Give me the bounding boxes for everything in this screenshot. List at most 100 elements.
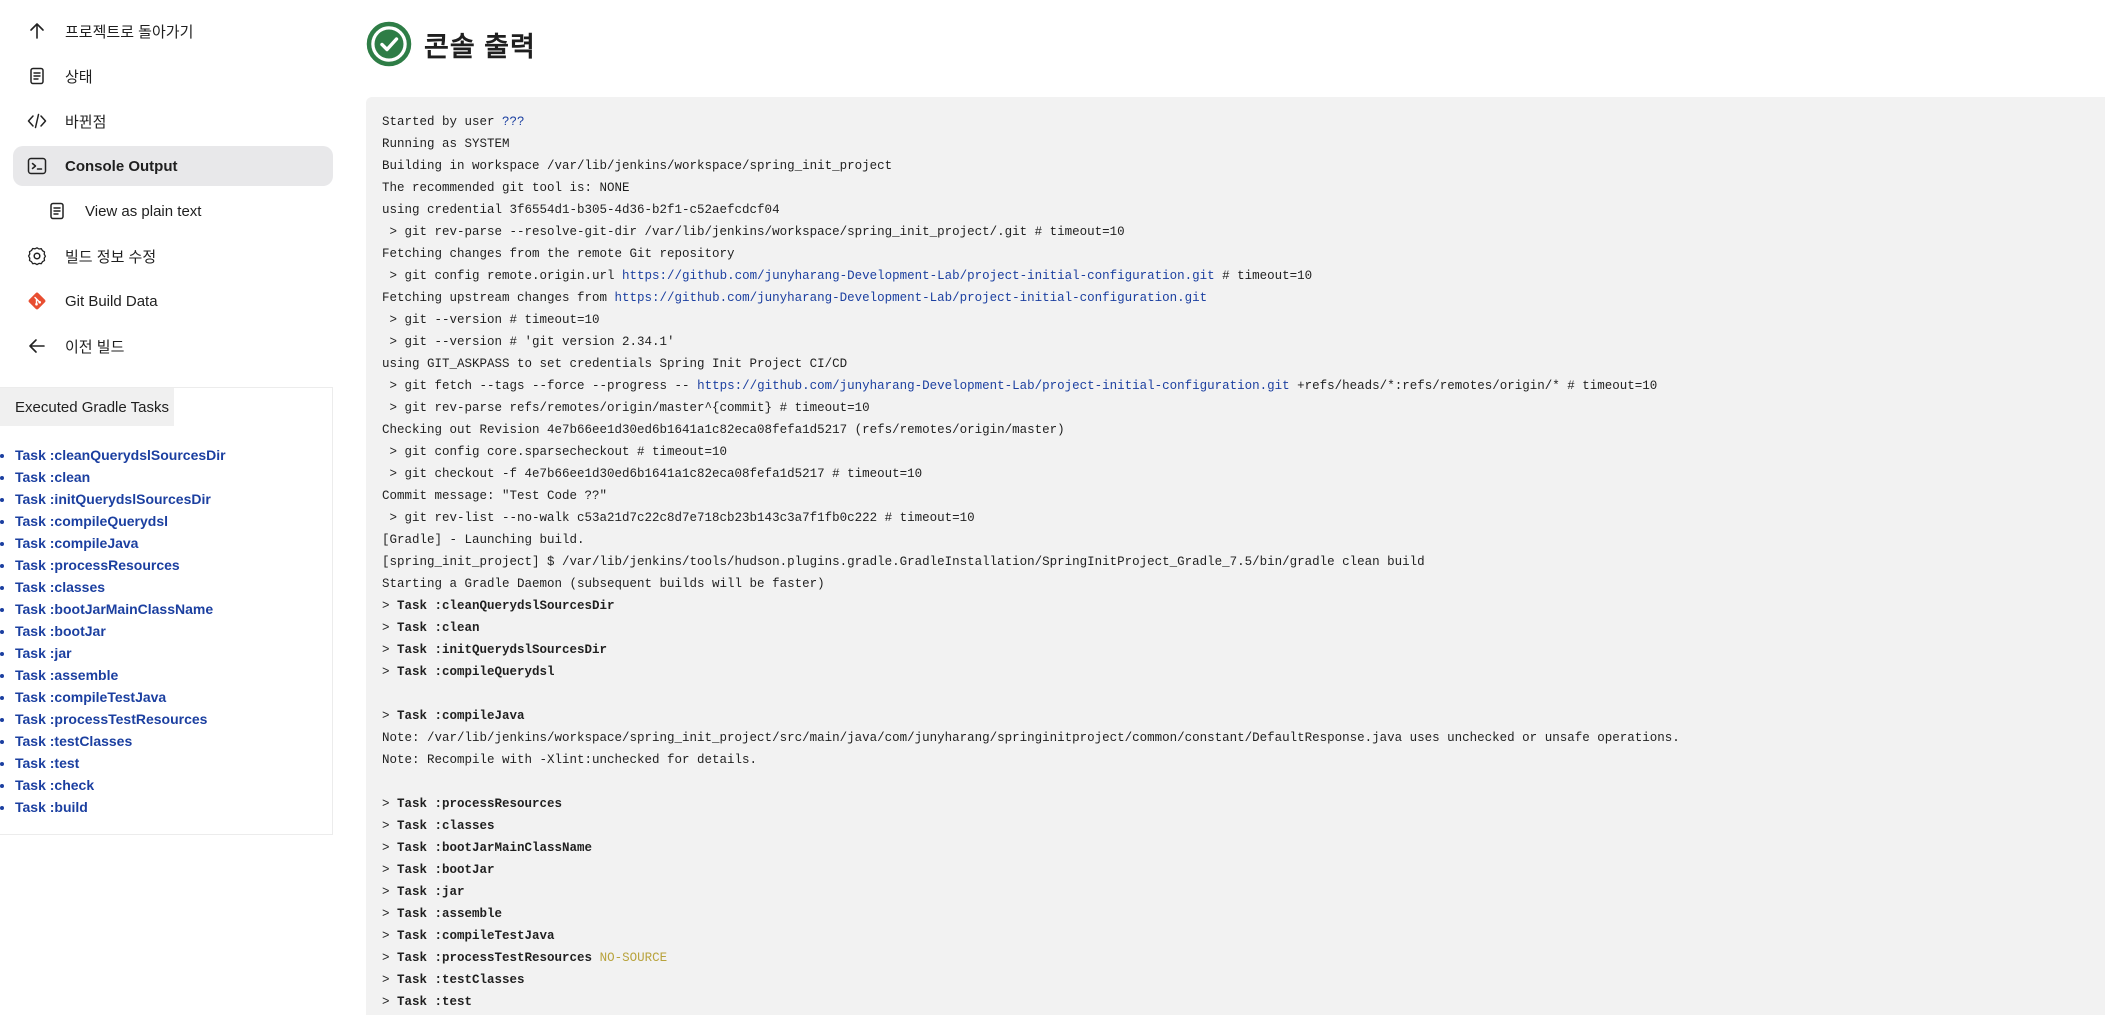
page-title: 콘솔 출력	[424, 31, 536, 62]
console-link[interactable]: https://github.com/junyharang-Developmen…	[622, 269, 1215, 283]
console-text: > git fetch --tags --force --progress --	[382, 379, 698, 393]
gradle-task-link[interactable]: Task :jar	[15, 645, 72, 661]
gradle-task-link[interactable]: Task :classes	[15, 579, 105, 595]
console-line: Starting a Gradle Daemon (subsequent bui…	[382, 573, 1680, 595]
console-text: >	[382, 973, 398, 987]
gradle-task-link[interactable]: Task :compileQuerydsl	[15, 513, 168, 529]
gradle-task-item: Task :compileTestJava	[15, 686, 226, 708]
gradle-task-item: Task :clean	[15, 466, 226, 488]
console-line: > Task :initQuerydslSourcesDir	[382, 639, 1680, 661]
console-text: Fetching changes from the remote Git rep…	[382, 247, 735, 261]
console-task-label: Task :processResources	[397, 797, 563, 811]
gradle-task-link[interactable]: Task :cleanQuerydslSourcesDir	[15, 447, 226, 463]
console-text: Fetching upstream changes from	[382, 291, 615, 305]
nav-edit-build-info[interactable]: 빌드 정보 수정	[13, 236, 333, 276]
console-text: The recommended git tool is: NONE	[382, 181, 630, 195]
gradle-task-link[interactable]: Task :compileTestJava	[15, 689, 166, 705]
gradle-task-link[interactable]: Task :testClasses	[15, 733, 132, 749]
console-line: > Task :jar	[382, 881, 1680, 903]
sidebar: 프로젝트로 돌아가기상태바뀐점 Console Output View as pla…	[0, 0, 345, 1015]
nav-previous-build[interactable]: 이전 빌드	[13, 326, 333, 366]
console-text: >	[382, 643, 398, 657]
console-text: > git config remote.origin.url	[382, 269, 623, 283]
console-text: >	[382, 665, 398, 679]
side-nav: 프로젝트로 돌아가기상태바뀐점 Console Output View as pla…	[13, 11, 333, 371]
page-header: 콘솔 출력	[366, 20, 536, 68]
gradle-task-link[interactable]: Task :compileJava	[15, 535, 138, 551]
executed-gradle-tasks-tab[interactable]: Executed Gradle Tasks	[0, 388, 174, 426]
nav-status[interactable]: 상태	[13, 56, 333, 96]
nav-changes[interactable]: 바뀐점	[13, 101, 333, 141]
console-line: > git rev-parse refs/remotes/origin/mast…	[382, 397, 1680, 419]
console-text: Started by user	[382, 115, 503, 129]
nav-item-label: 프로젝트로 돌아가기	[65, 23, 194, 41]
console-text: >	[382, 621, 398, 635]
console-text: Note: /var/lib/jenkins/workspace/spring_…	[382, 731, 1680, 745]
console-text: > git rev-parse --resolve-git-dir /var/l…	[382, 225, 1125, 239]
gradle-task-link[interactable]: Task :build	[15, 799, 88, 815]
console-task-label: Task :bootJarMainClassName	[397, 841, 593, 855]
console-text: [spring_init_project] $ /var/lib/jenkins…	[382, 555, 1425, 569]
gradle-task-link[interactable]: Task :bootJarMainClassName	[15, 601, 213, 617]
console-text: >	[382, 797, 398, 811]
nav-back-to-project[interactable]: 프로젝트로 돌아가기	[13, 11, 333, 51]
console-text: > git rev-list --no-walk c53a21d7c22c8d7…	[382, 511, 975, 525]
nav-console-output[interactable]: Console Output	[13, 146, 333, 186]
console-line: Fetching upstream changes from https://g…	[382, 287, 1680, 309]
console-line: Running as SYSTEM	[382, 133, 1680, 155]
gradle-task-link[interactable]: Task :check	[15, 777, 94, 793]
console-link[interactable]: https://github.com/junyharang-Developmen…	[697, 379, 1290, 393]
gradle-task-link[interactable]: Task :clean	[15, 469, 90, 485]
console-line: The recommended git tool is: NONE	[382, 177, 1680, 199]
nav-item-label: 이전 빌드	[65, 338, 125, 356]
document-icon	[46, 200, 68, 222]
nav-view-plain-text[interactable]: View as plain text	[13, 191, 333, 231]
nav-git-build-data[interactable]: Git Build Data	[13, 281, 333, 321]
console-text: > git --version # timeout=10	[382, 313, 600, 327]
console-line: using GIT_ASKPASS to set credentials Spr…	[382, 353, 1680, 375]
console-line: > Task :test	[382, 991, 1680, 1013]
console-text: > git checkout -f 4e7b66ee1d30ed6b1641a1…	[382, 467, 923, 481]
nav-item-label: Console Output	[65, 157, 178, 175]
nav-item-label: View as plain text	[85, 202, 202, 220]
console-link[interactable]: https://github.com/junyharang-Developmen…	[615, 291, 1208, 305]
gradle-task-link[interactable]: Task :assemble	[15, 667, 118, 683]
gradle-task-link[interactable]: Task :test	[15, 755, 79, 771]
console-line: > Task :assemble	[382, 903, 1680, 925]
console-text: [Gradle] - Launching build.	[382, 533, 585, 547]
console-text: +refs/heads/*:refs/remotes/origin/* # ti…	[1289, 379, 1658, 393]
gradle-task-link[interactable]: Task :initQuerydslSourcesDir	[15, 491, 211, 507]
nav-item-label: Git Build Data	[65, 292, 158, 310]
console-text: using credential 3f6554d1-b305-4d36-b2f1…	[382, 203, 780, 217]
console-text: # timeout=10	[1214, 269, 1313, 283]
code-icon	[26, 110, 48, 132]
success-check-icon	[366, 21, 412, 67]
console-link[interactable]: ???	[502, 115, 525, 129]
console-task-label: Task :compileJava	[397, 709, 525, 723]
console-text: > git --version # 'git version 2.34.1'	[382, 335, 675, 349]
console-text: >	[382, 863, 398, 877]
console-task-label: Task :compileTestJava	[397, 929, 555, 943]
console-text: >	[382, 907, 398, 921]
console-line: > Task :bootJarMainClassName	[382, 837, 1680, 859]
console-line: Commit message: "Test Code ??"	[382, 485, 1680, 507]
console-line: > Task :compileJava	[382, 705, 1680, 727]
console-text: Running as SYSTEM	[382, 137, 510, 151]
gradle-task-link[interactable]: Task :bootJar	[15, 623, 106, 639]
console-task-label: Task :clean	[397, 621, 480, 635]
gradle-task-link[interactable]: Task :processResources	[15, 557, 180, 573]
console-text: >	[382, 995, 398, 1009]
gradle-task-item: Task :classes	[15, 576, 226, 598]
console-lines: Started by user ??? Running as SYSTEM Buil…	[382, 111, 1680, 1013]
nav-item-label: 바뀐점	[65, 113, 107, 131]
document-icon	[26, 65, 48, 87]
gradle-task-list: Task :cleanQuerydslSourcesDir Task :clean…	[0, 444, 226, 818]
console-text: > git config core.sparsecheckout # timeo…	[382, 445, 728, 459]
console-line: > git rev-list --no-walk c53a21d7c22c8d7…	[382, 507, 1680, 529]
console-line: > git config remote.origin.url https://g…	[382, 265, 1680, 287]
console-text: Starting a Gradle Daemon (subsequent bui…	[382, 577, 825, 591]
console-task-label: Task :testClasses	[397, 973, 525, 987]
console-line: > Task :processTestResources NO-SOURCE	[382, 947, 1680, 969]
console-line: > git checkout -f 4e7b66ee1d30ed6b1641a1…	[382, 463, 1680, 485]
gradle-task-link[interactable]: Task :processTestResources	[15, 711, 207, 727]
